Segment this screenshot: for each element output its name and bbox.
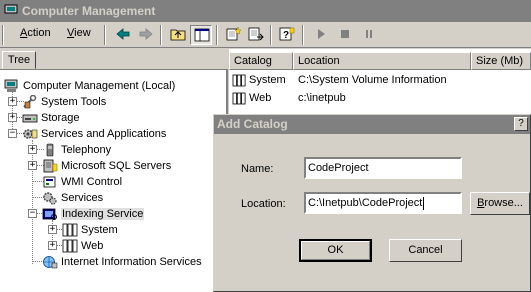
new-catalog-icon [226,27,241,41]
tree-pane[interactable]: + + − + + − + + Computer Management (Loc… [0,69,228,292]
computer-management-icon [4,4,18,16]
toolbar-separator [160,25,162,45]
catalog-icon [62,239,78,253]
show-hide-tree-icon [194,28,210,42]
help-icon: ? [279,27,295,41]
system-tools-icon [23,95,37,109]
expand-toggle[interactable]: + [8,97,17,106]
menu-action[interactable]: Action [20,27,51,39]
tree-node-root[interactable]: Computer Management (Local) [4,78,175,94]
tree-node-telephony[interactable]: Telephony [42,142,111,158]
sql-server-icon [43,159,58,173]
forward-button[interactable] [135,25,157,45]
toolbar-separator [270,25,272,45]
catalog-name: Web [249,92,272,104]
ok-button[interactable]: OK [299,239,372,262]
new-catalog-button[interactable] [222,25,244,45]
stop-button[interactable] [334,25,356,45]
tree-node-internet-information-services[interactable]: Internet Information Services [42,254,202,270]
tree-node-system-tools[interactable]: System Tools [22,94,106,110]
dialog-titlebar[interactable]: Add Catalog [214,115,530,134]
tree-node-services-and-applications[interactable]: Services and Applications [22,126,166,142]
column-header-size[interactable]: Size (Mb) [471,52,531,70]
column-header-location[interactable]: Location [293,52,471,70]
tree-node-indexing-service[interactable]: Indexing Service [42,206,145,222]
tree-node-wmi-control[interactable]: WMI Control [42,174,122,190]
window-title: Computer Management [22,4,156,18]
dialog-title: Add Catalog [217,117,288,131]
expand-toggle[interactable]: + [48,241,57,250]
expand-toggle[interactable]: + [28,145,37,154]
tree-connector [32,140,33,264]
start-button[interactable] [310,25,332,45]
catalog-name: System [249,74,286,86]
toolbar-separator [216,25,218,45]
cancel-button[interactable]: Cancel [389,239,462,262]
help-button[interactable]: ? [276,25,298,45]
tree-node-catalog-web[interactable]: Web [62,238,103,254]
catalog-icon [232,92,246,104]
tree-node-storage[interactable]: Storage [22,110,80,126]
telephony-icon [46,143,54,157]
add-catalog-dialog: Add Catalog ? Name: CodeProject Location… [213,114,531,292]
browse-button[interactable]: Browse... [470,192,530,215]
location-field[interactable]: C:\Inetpub\CodeProject [304,192,462,214]
wmi-control-icon [43,176,56,188]
show-hide-tree-button[interactable] [190,25,212,45]
tree-node-microsoft-sql-servers[interactable]: Microsoft SQL Servers [42,158,171,174]
start-icon [318,29,325,39]
expand-toggle[interactable]: + [28,161,37,170]
svg-text:?: ? [283,30,289,41]
back-icon [116,28,130,40]
menu-toolbar: Action View ? [0,22,531,48]
catalog-icon [232,74,246,86]
catalog-location: C:\System Volume Information [298,74,447,86]
tab-tree[interactable]: Tree [2,51,36,69]
collapse-toggle[interactable]: − [28,209,37,218]
up-folder-icon [170,29,186,41]
dialog-help-button[interactable]: ? [514,117,528,131]
services-applications-icon [23,129,38,139]
name-label: Name: [241,163,274,175]
services-icon [43,192,57,205]
location-label: Location: [241,198,286,210]
list-row[interactable]: Web c:\inetpub [232,90,346,106]
catalog-location: c:\inetpub [298,92,346,104]
expand-toggle[interactable]: + [48,225,57,234]
computer-icon [4,79,18,93]
storage-icon [22,114,38,123]
up-one-level-button[interactable] [167,25,189,45]
iis-icon [43,256,58,269]
column-header-catalog[interactable]: Catalog [229,52,293,70]
pause-button[interactable] [358,25,380,45]
tree-node-services[interactable]: Services [42,190,103,206]
export-list-icon [248,27,264,41]
export-list-button[interactable] [245,25,267,45]
catalog-icon [62,223,78,237]
collapse-toggle[interactable]: − [8,129,17,138]
text-caret [423,196,425,210]
expand-toggle[interactable]: + [8,113,17,122]
window-titlebar[interactable]: Computer Management [0,0,531,22]
tree-node-catalog-system[interactable]: System [62,222,118,238]
menu-view[interactable]: View [67,27,91,39]
pause-icon [366,30,372,38]
list-row[interactable]: System C:\System Volume Information [232,72,447,88]
name-field[interactable]: CodeProject [304,157,462,179]
tree-header: Tree [0,49,228,69]
stop-icon [341,30,349,38]
toolbar-separator [302,25,304,45]
toolbar-separator [104,25,106,45]
toolbar-grip [2,25,4,45]
back-button[interactable] [112,25,134,45]
indexing-service-icon [42,208,57,221]
forward-icon [139,28,153,40]
